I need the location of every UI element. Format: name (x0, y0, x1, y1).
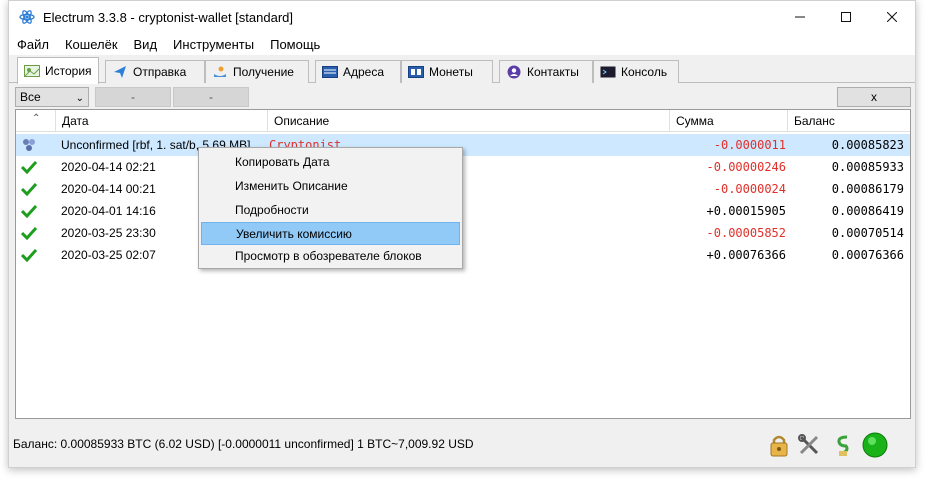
confirmed-check-icon (21, 244, 41, 266)
sort-up-icon: ⌃ (32, 113, 41, 124)
tab-coins[interactable]: Монеты (401, 60, 493, 83)
menu-tools[interactable]: Инструменты (165, 33, 262, 55)
table-row[interactable]: 2020-03-25 02:07 +0.00076366 0.00076366 (16, 244, 910, 266)
window-title: Electrum 3.3.8 - cryptonist-wallet [stan… (43, 10, 293, 25)
title-bar: Electrum 3.3.8 - cryptonist-wallet [stan… (9, 1, 915, 33)
row-balance: 0.00085933 (831, 160, 904, 174)
ctx-increase-fee[interactable]: Увеличить комиссию (201, 222, 460, 245)
confirmed-check-icon (21, 178, 41, 200)
maximize-icon (841, 12, 851, 22)
tab-bar: История Отправка Получение Адреса Монеты (9, 57, 915, 84)
header-balance[interactable]: Баланс (788, 110, 910, 132)
filter-start-date-button[interactable]: - (95, 87, 171, 107)
header-status[interactable]: ⌃ (16, 110, 56, 132)
row-amount: +0.00015905 (706, 204, 786, 218)
ctx-details[interactable]: Подробности (201, 199, 460, 222)
console-icon (600, 65, 616, 79)
header-amount[interactable]: Сумма (670, 110, 788, 132)
header-description[interactable]: Описание (268, 110, 670, 132)
unconfirmed-icon (21, 134, 41, 156)
tab-receive[interactable]: Получение (205, 60, 309, 83)
row-balance: 0.00076366 (831, 248, 904, 262)
tab-coins-label: Монеты (429, 65, 473, 79)
contacts-icon (506, 65, 522, 79)
context-menu: Копировать Дата Изменить Описание Подроб… (198, 147, 463, 269)
tab-receive-label: Получение (233, 65, 294, 79)
table-header: ⌃ Дата Описание Сумма Баланс (16, 110, 910, 132)
tab-console[interactable]: Консоль (593, 60, 679, 83)
row-balance: 0.00086179 (831, 182, 904, 196)
minimize-icon (795, 16, 805, 18)
confirmed-check-icon (21, 200, 41, 222)
close-button[interactable] (869, 1, 915, 33)
table-row[interactable]: 2020-04-14 02:21 -0.00000246 0.00085933 (16, 156, 910, 178)
tab-history-label: История (45, 64, 92, 78)
tab-addresses[interactable]: Адреса (315, 60, 401, 83)
table-row[interactable]: 2020-04-14 00:21 -0.0000024 0.00086179 (16, 178, 910, 200)
tab-console-label: Консоль (621, 65, 668, 79)
tab-contacts[interactable]: Контакты (499, 60, 593, 83)
row-amount: -0.0000011 (713, 138, 786, 152)
seed-icon[interactable] (829, 431, 857, 459)
history-table: ⌃ Дата Описание Сумма Баланс Unconfirmed… (15, 109, 911, 419)
tab-history[interactable]: История (17, 57, 99, 84)
send-icon (112, 65, 128, 79)
row-amount: -0.0000024 (713, 182, 786, 196)
history-icon (24, 64, 40, 78)
confirmed-check-icon (21, 156, 41, 178)
lock-icon[interactable] (765, 431, 793, 459)
network-status-icon[interactable] (861, 431, 889, 459)
balance-status: Баланс: 0.00085933 BTC (6.02 USD) [-0.00… (13, 437, 474, 451)
row-amount: -0.00000246 (706, 160, 786, 174)
addresses-icon (322, 65, 338, 79)
receive-icon (212, 65, 228, 79)
status-bar: Баланс: 0.00085933 BTC (6.02 USD) [-0.00… (9, 429, 915, 459)
confirmed-check-icon (21, 222, 41, 244)
close-icon (887, 12, 897, 22)
tab-addresses-label: Адреса (343, 65, 385, 79)
preferences-tools-icon[interactable] (795, 431, 823, 459)
ctx-copy-date[interactable]: Копировать Дата (201, 151, 460, 174)
menu-view[interactable]: Вид (126, 33, 166, 55)
filter-select[interactable]: Все ⌄ (15, 87, 89, 107)
menu-help[interactable]: Помощь (262, 33, 328, 55)
tab-contacts-label: Контакты (527, 65, 579, 79)
menu-file[interactable]: Файл (9, 33, 57, 55)
clear-filter-button[interactable]: x (837, 87, 911, 107)
maximize-button[interactable] (823, 1, 869, 33)
minimize-button[interactable] (777, 1, 823, 33)
table-row[interactable]: Unconfirmed [rbf, 1. sat/b, 5.69 MB] Cry… (16, 134, 910, 156)
tab-send-label: Отправка (133, 65, 187, 79)
coins-icon (408, 65, 424, 79)
electrum-logo-icon (19, 10, 35, 24)
tab-send[interactable]: Отправка (105, 60, 205, 83)
table-row[interactable]: 2020-04-01 14:16 +0.00015905 0.00086419 (16, 200, 910, 222)
filter-bar: Все ⌄ - - x (15, 87, 911, 107)
header-date[interactable]: Дата (56, 110, 268, 132)
filter-end-date-button[interactable]: - (173, 87, 249, 107)
table-row[interactable]: 2020-03-25 23:30 -0.00005852 0.00070514 (16, 222, 910, 244)
row-balance: 0.00085823 (831, 138, 904, 152)
menu-bar: Файл Кошелёк Вид Инструменты Помощь (9, 33, 915, 55)
filter-select-value: Все (20, 90, 41, 104)
row-balance: 0.00070514 (831, 226, 904, 240)
ctx-view-block-explorer[interactable]: Просмотр в обозревателе блоков (201, 245, 460, 268)
row-amount: +0.00076366 (706, 248, 786, 262)
row-balance: 0.00086419 (831, 204, 904, 218)
ctx-edit-description[interactable]: Изменить Описание (201, 175, 460, 198)
menu-wallet[interactable]: Кошелёк (57, 33, 126, 55)
row-amount: -0.00005852 (706, 226, 786, 240)
chevron-down-icon: ⌄ (75, 93, 84, 104)
